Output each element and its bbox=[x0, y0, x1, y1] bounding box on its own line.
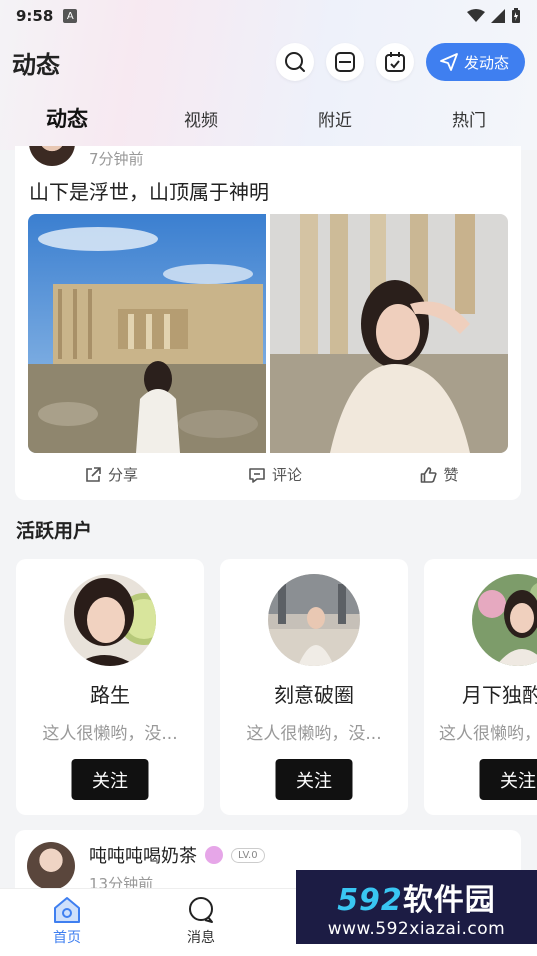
thumbs-up-icon bbox=[420, 466, 437, 483]
user-name: 月下独酌 bbox=[462, 683, 537, 707]
calendar-check-icon bbox=[384, 52, 405, 72]
user-card[interactable]: 刻意破圈 这人很懒哟，没... 关注 bbox=[220, 559, 408, 815]
scan-button[interactable] bbox=[325, 43, 364, 81]
user-bio: 这人很懒哟，没... bbox=[246, 724, 382, 744]
post-button-label: 发动态 bbox=[463, 53, 509, 72]
watermark-brand: 软件园 bbox=[402, 883, 496, 918]
app-header: 动态 发动态 bbox=[0, 40, 537, 84]
avatar[interactable] bbox=[27, 842, 75, 890]
post-text: 山下是浮世，山顶属于神明 bbox=[29, 180, 269, 204]
notification-icon: A bbox=[63, 9, 78, 23]
post-username: 吨吨吨喝奶茶 bbox=[89, 846, 197, 867]
wifi-icon bbox=[467, 9, 485, 22]
follow-button[interactable]: 关注 bbox=[71, 759, 149, 800]
avatar[interactable] bbox=[268, 574, 360, 666]
comment-icon bbox=[249, 467, 265, 483]
post-time: 7分钟前 bbox=[89, 150, 144, 168]
user-name: 路生 bbox=[90, 683, 130, 707]
share-button[interactable]: 分享 bbox=[84, 464, 138, 485]
send-icon bbox=[440, 53, 458, 71]
watermark-url: www.592xiazai.com bbox=[327, 919, 506, 939]
nav-home-label: 首页 bbox=[53, 930, 81, 946]
tab-hot[interactable]: 热门 bbox=[452, 106, 486, 131]
search-icon bbox=[284, 52, 305, 72]
share-label: 分享 bbox=[107, 466, 139, 484]
home-icon bbox=[54, 897, 80, 923]
vip-badge-icon bbox=[205, 846, 223, 864]
post-button[interactable]: 发动态 bbox=[425, 43, 525, 81]
user-card[interactable]: 月下独酌 这人很懒哟，没 关注 bbox=[424, 559, 537, 815]
checkin-button[interactable] bbox=[375, 43, 414, 81]
tab-nearby[interactable]: 附近 bbox=[318, 106, 352, 131]
page-title: 动态 bbox=[12, 50, 60, 79]
follow-button[interactable]: 关注 bbox=[275, 759, 353, 800]
signal-icon bbox=[491, 9, 505, 23]
battery-icon bbox=[512, 8, 520, 23]
feed-post-card[interactable]: 7分钟前 山下是浮世，山顶属于神明 分享 评论 赞 bbox=[15, 146, 521, 500]
comment-button[interactable]: 评论 bbox=[248, 464, 302, 485]
active-users-title: 活跃用户 bbox=[16, 520, 93, 542]
scan-icon bbox=[334, 52, 355, 72]
feed-tabs: 动态 视频 附近 热门 bbox=[0, 96, 537, 142]
watermark-number: 592 bbox=[337, 883, 403, 918]
search-button[interactable] bbox=[275, 43, 314, 81]
level-badge: LV.0 bbox=[231, 847, 265, 863]
follow-button[interactable]: 关注 bbox=[479, 759, 537, 800]
site-watermark: 592软件园 www.592xiazai.com bbox=[296, 870, 537, 944]
like-label: 赞 bbox=[443, 466, 459, 484]
user-bio: 这人很懒哟，没... bbox=[42, 724, 178, 744]
post-image-2[interactable] bbox=[270, 214, 508, 453]
comment-label: 评论 bbox=[271, 466, 303, 484]
avatar[interactable] bbox=[29, 146, 75, 166]
user-name: 刻意破圈 bbox=[274, 683, 354, 707]
nav-messages[interactable]: 消息 bbox=[186, 895, 216, 947]
user-card[interactable]: 路生 这人很懒哟，没... 关注 bbox=[16, 559, 204, 815]
like-button[interactable]: 赞 bbox=[419, 464, 459, 485]
tab-feed[interactable]: 动态 bbox=[46, 103, 88, 133]
status-bar: 9:58 A bbox=[0, 0, 537, 32]
avatar[interactable] bbox=[472, 574, 537, 666]
post-image-1[interactable] bbox=[28, 214, 266, 453]
nav-messages-label: 消息 bbox=[187, 930, 215, 946]
user-bio: 这人很懒哟，没 bbox=[439, 724, 537, 744]
status-time: 9:58 bbox=[16, 7, 54, 25]
nav-home[interactable]: 首页 bbox=[52, 895, 82, 947]
tab-video[interactable]: 视频 bbox=[184, 106, 218, 131]
avatar[interactable] bbox=[64, 574, 156, 666]
message-icon bbox=[189, 897, 213, 923]
share-icon bbox=[86, 466, 101, 482]
